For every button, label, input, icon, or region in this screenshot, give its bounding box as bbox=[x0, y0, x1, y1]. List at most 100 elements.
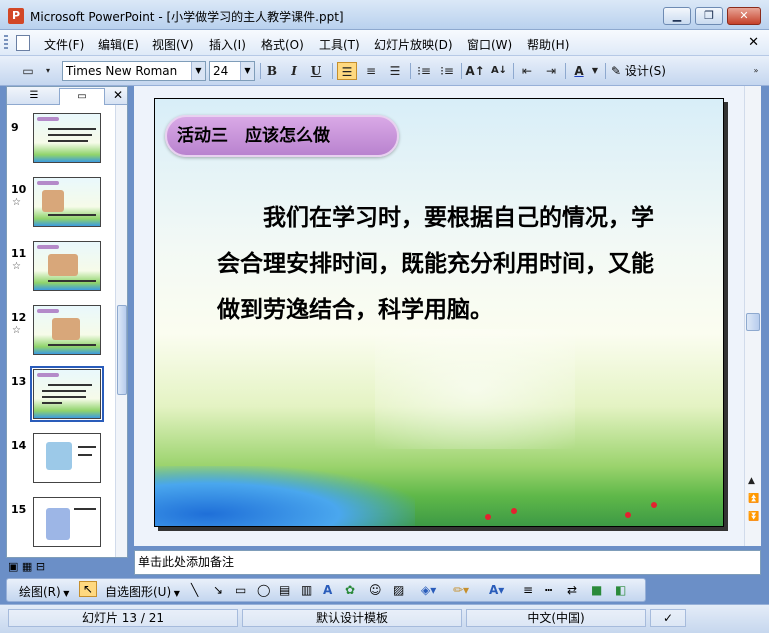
menu-help[interactable]: 帮助(H) bbox=[527, 36, 569, 53]
align-center-icon[interactable]: ≡ bbox=[361, 62, 381, 80]
italic-button[interactable]: I bbox=[284, 62, 304, 80]
menu-tools[interactable]: 工具(T) bbox=[319, 36, 360, 53]
font-name-combo[interactable]: Times New Roman ▼ bbox=[62, 61, 206, 81]
toolbar-separator bbox=[332, 63, 333, 79]
font-size-combo[interactable]: 24 ▼ bbox=[209, 61, 255, 81]
menu-format[interactable]: 格式(O) bbox=[261, 36, 304, 53]
slide-sorter-icon[interactable]: ▦ bbox=[22, 560, 32, 573]
restore-button[interactable]: ❐ bbox=[695, 7, 723, 25]
slide-thumbnail[interactable] bbox=[33, 433, 101, 483]
draw-menu-button[interactable]: 绘图(R) ▼ bbox=[19, 583, 69, 600]
slideshow-icon[interactable]: ⊟ bbox=[36, 560, 45, 573]
menu-bar: 文件(F) 编辑(E) 视图(V) 插入(I) 格式(O) 工具(T) 幻灯片放… bbox=[0, 30, 769, 56]
previous-slide-icon[interactable]: ⏫ bbox=[748, 494, 759, 504]
design-label: 设计(S) bbox=[624, 64, 666, 78]
toolbar-separator bbox=[260, 63, 261, 79]
normal-view-icon[interactable]: ▣ bbox=[8, 560, 18, 573]
document-icon[interactable] bbox=[16, 35, 30, 51]
slide-thumbnail[interactable] bbox=[33, 305, 101, 355]
slide-thumbnail[interactable] bbox=[33, 241, 101, 291]
toolbar-separator bbox=[513, 63, 514, 79]
bullet-list-icon[interactable]: ⁝≡ bbox=[437, 62, 457, 80]
line-style-icon[interactable]: ≡ bbox=[523, 583, 533, 597]
slide-thumbnail-selected[interactable] bbox=[30, 366, 104, 422]
decrease-indent-icon[interactable]: ⇤ bbox=[517, 62, 537, 80]
thumbnail-scrollbar[interactable] bbox=[115, 105, 127, 557]
new-document-icon[interactable]: ▭ bbox=[18, 62, 38, 80]
menu-view[interactable]: 视图(V) bbox=[152, 36, 194, 53]
menu-slideshow[interactable]: 幻灯片放映(D) bbox=[374, 36, 453, 53]
scrollbar-thumb[interactable] bbox=[746, 313, 760, 331]
bold-button[interactable]: B bbox=[262, 62, 282, 80]
toolbar-options-icon[interactable]: ▾ bbox=[38, 62, 58, 80]
rectangle-icon[interactable]: ▭ bbox=[235, 583, 246, 597]
close-icon[interactable]: ✕ bbox=[113, 88, 123, 102]
design-button[interactable]: ✎ 设计(S) bbox=[611, 62, 666, 79]
spelling-check-icon[interactable]: ✓ bbox=[650, 609, 686, 627]
numbered-list-icon[interactable]: ⁝≡ bbox=[414, 62, 434, 80]
scroll-up-icon[interactable]: ▲ bbox=[748, 476, 755, 486]
textbox-icon[interactable]: ▤ bbox=[279, 583, 290, 597]
flower-decoration bbox=[485, 514, 491, 520]
chevron-down-icon: ▼ bbox=[60, 589, 70, 598]
close-button[interactable]: ✕ bbox=[727, 7, 761, 25]
slide-thumbnail[interactable] bbox=[33, 113, 101, 163]
slide-title[interactable]: 活动三 应该怎么做 bbox=[165, 115, 399, 157]
draw-label: 绘图(R) bbox=[19, 585, 61, 599]
chevron-down-icon[interactable]: ▼ bbox=[589, 62, 601, 80]
tab-outline[interactable]: ☰ bbox=[11, 88, 57, 105]
menubar-grip[interactable] bbox=[4, 35, 8, 51]
underline-button[interactable]: U bbox=[306, 62, 326, 80]
menu-edit[interactable]: 编辑(E) bbox=[98, 36, 139, 53]
menu-insert[interactable]: 插入(I) bbox=[209, 36, 246, 53]
toolbar-overflow-icon[interactable]: » bbox=[749, 62, 763, 80]
line-color-icon[interactable]: ✏▾ bbox=[453, 583, 469, 597]
increase-indent-icon[interactable]: ⇥ bbox=[541, 62, 561, 80]
oval-icon[interactable]: ◯ bbox=[257, 583, 270, 597]
thumbnail-number: 14 bbox=[11, 439, 27, 452]
increase-font-icon[interactable]: A↑ bbox=[465, 62, 485, 80]
chevron-down-icon[interactable]: ▼ bbox=[191, 62, 205, 80]
scrollbar-thumb[interactable] bbox=[117, 305, 127, 395]
picture-icon[interactable]: ▨ bbox=[393, 583, 404, 597]
notes-input[interactable]: 单击此处添加备注 bbox=[134, 550, 761, 575]
slide-thumbnail[interactable] bbox=[33, 177, 101, 227]
slide-scrollbar[interactable]: ▲ ⏫ ⏬ bbox=[744, 86, 761, 546]
autoshape-label: 自选图形(U) bbox=[105, 585, 172, 599]
view-buttons: ▣ ▦ ⊟ bbox=[8, 560, 45, 573]
slide-thumbnail[interactable] bbox=[33, 497, 101, 547]
fill-color-icon[interactable]: ◈▾ bbox=[421, 583, 436, 597]
shadow-style-icon[interactable]: ■ bbox=[591, 583, 602, 597]
menu-window[interactable]: 窗口(W) bbox=[467, 36, 512, 53]
dash-style-icon[interactable]: ┅ bbox=[545, 583, 552, 597]
3d-style-icon[interactable]: ◧ bbox=[615, 583, 626, 597]
font-color-icon[interactable]: A bbox=[569, 62, 589, 80]
vertical-textbox-icon[interactable]: ▥ bbox=[301, 583, 312, 597]
document-close-button[interactable]: ✕ bbox=[748, 35, 759, 50]
slide-body-text[interactable]: 我们在学习时，要根据自己的情况，学会合理安排时间，既能充分利用时间，又能做到劳逸… bbox=[217, 195, 657, 333]
arrow-style-icon[interactable]: ⇄ bbox=[567, 583, 577, 597]
line-icon[interactable]: ╲ bbox=[191, 583, 198, 597]
font-color-icon[interactable]: A▾ bbox=[489, 583, 504, 597]
clipart-icon[interactable]: ☺ bbox=[369, 583, 382, 597]
align-right-icon[interactable]: ☰ bbox=[385, 62, 405, 80]
select-objects-icon[interactable]: ↖ bbox=[79, 581, 98, 597]
next-slide-icon[interactable]: ⏬ bbox=[748, 512, 759, 522]
tab-slides[interactable]: ▭ bbox=[59, 88, 105, 105]
wordart-icon[interactable]: A bbox=[323, 583, 332, 597]
thumbnail-picture bbox=[48, 254, 78, 276]
arrow-icon[interactable]: ↘ bbox=[213, 583, 223, 597]
minimize-button[interactable]: ▁ bbox=[663, 7, 691, 25]
decrease-font-icon[interactable]: A↓ bbox=[489, 62, 509, 80]
diagram-icon[interactable]: ✿ bbox=[345, 583, 355, 597]
thumbnail-picture bbox=[42, 190, 64, 212]
menu-file[interactable]: 文件(F) bbox=[44, 36, 84, 53]
align-left-icon[interactable]: ☰ bbox=[337, 62, 357, 80]
powerpoint-app-icon[interactable]: P bbox=[8, 8, 24, 24]
autoshapes-menu-button[interactable]: 自选图形(U) ▼ bbox=[105, 583, 180, 600]
slide-background-decoration bbox=[375, 329, 575, 449]
font-name-value: Times New Roman bbox=[66, 64, 178, 78]
current-slide[interactable]: 活动三 应该怎么做 我们在学习时，要根据自己的情况，学会合理安排时间，既能充分利… bbox=[154, 98, 724, 527]
status-design-template[interactable]: 默认设计模板 bbox=[242, 609, 462, 627]
chevron-down-icon[interactable]: ▼ bbox=[240, 62, 254, 80]
